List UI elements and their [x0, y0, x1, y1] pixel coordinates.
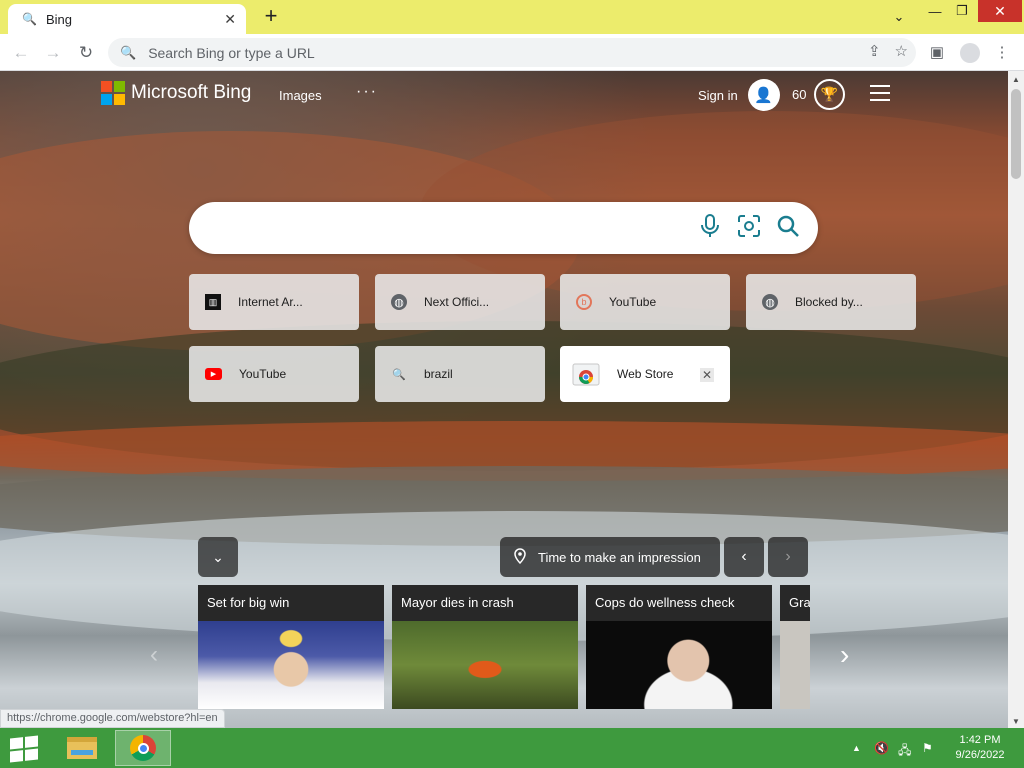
news-thumbnail — [780, 621, 810, 709]
hamburger-menu-icon[interactable] — [870, 85, 890, 101]
browser-toolbar: ← → ↻ 🔍 Search Bing or type a URL ⇪ ☆ ▣ … — [0, 34, 1024, 71]
side-panel-icon[interactable]: ▣ — [925, 41, 949, 65]
volume-muted-icon[interactable]: 🔇 — [874, 741, 889, 755]
minimize-button[interactable]: — — [924, 0, 946, 22]
folder-icon — [67, 737, 97, 759]
sign-in-button[interactable]: Sign in 👤 — [698, 79, 780, 111]
shortcut-tile[interactable]: b YouTube — [560, 274, 730, 330]
nav-images[interactable]: Images — [279, 88, 322, 103]
news-headline: Set for big win — [198, 585, 384, 621]
news-card[interactable]: Set for big win — [198, 585, 384, 709]
shortcut-label: YouTube — [239, 367, 287, 381]
show-hidden-icons-icon[interactable]: ▲ — [852, 743, 861, 753]
shortcut-label: brazil — [424, 367, 453, 381]
previous-image-button[interactable]: ‹ — [724, 537, 764, 577]
chrome-icon — [130, 735, 156, 761]
shortcut-tile[interactable]: ◍ Next Offici... — [375, 274, 545, 330]
restore-button[interactable]: ❐ — [951, 0, 973, 22]
chrome-store-icon — [572, 361, 600, 387]
chrome-taskbar-button[interactable] — [115, 730, 171, 766]
bing-search-favicon-icon: 🔍 — [22, 12, 37, 26]
shortcut-label: Web Store — [617, 367, 674, 381]
globe-icon: ◍ — [762, 294, 778, 310]
bing-search-box[interactable] — [189, 202, 818, 254]
shortcut-label: Next Offici... — [424, 295, 490, 309]
location-pin-icon — [514, 547, 526, 567]
browser-tab[interactable]: 🔍 Bing ✕ — [8, 4, 246, 34]
bookmark-star-icon[interactable]: ☆ — [895, 42, 908, 60]
tab-close-icon[interactable]: ✕ — [224, 11, 236, 28]
clock-date: 9/26/2022 — [955, 749, 1005, 761]
archive-icon: ▥ — [205, 294, 221, 310]
bing-homepage: Microsoft Bing Images ··· Sign in 👤 60 🏆… — [0, 71, 1008, 728]
nav-more-icon[interactable]: ··· — [356, 83, 378, 101]
windows-taskbar: ▲ 🔇 🖧 ⚑ 1:42 PM 9/26/2022 — [0, 728, 1024, 768]
next-image-button[interactable]: › — [768, 537, 808, 577]
news-previous-icon[interactable]: ‹ — [150, 641, 158, 669]
news-thumbnail — [586, 621, 772, 709]
logo-text: Microsoft Bing — [131, 82, 252, 103]
news-thumbnail — [392, 621, 578, 709]
windows-start-icon[interactable] — [10, 735, 38, 763]
news-thumbnail — [198, 621, 384, 709]
visual-search-icon[interactable] — [735, 214, 763, 242]
new-tab-button[interactable]: + — [259, 4, 283, 30]
search-icon: 🔍 — [392, 368, 406, 381]
scroll-down-icon[interactable]: ▼ — [1008, 717, 1024, 726]
tab-title: Bing — [45, 11, 72, 27]
microphone-icon[interactable] — [696, 214, 724, 242]
remove-shortcut-icon[interactable]: ✕ — [700, 368, 714, 382]
youtube-icon: ▶ — [205, 368, 222, 380]
omnibox[interactable]: 🔍 Search Bing or type a URL ⇪ ☆ — [108, 38, 916, 67]
scrollbar-thumb[interactable] — [1011, 89, 1021, 179]
image-caption: Time to make an impression — [538, 549, 701, 565]
collapse-feed-button[interactable]: ⌄ — [198, 537, 238, 577]
shortcut-tile[interactable]: ▥ Internet Ar... — [189, 274, 359, 330]
microsoft-bing-logo[interactable]: Microsoft Bing — [101, 81, 251, 105]
rewards-trophy-icon[interactable]: 🏆 — [814, 79, 845, 110]
shortcut-tile[interactable]: ▶ YouTube — [189, 346, 359, 402]
browser-menu-icon[interactable]: ⋮ — [990, 41, 1014, 65]
shortcut-label: YouTube — [609, 295, 657, 309]
news-headline: Mayor dies in crash — [392, 585, 578, 621]
browser-titlebar: 🔍 Bing ✕ + ⌄ — ❐ ✕ — [0, 0, 1024, 34]
share-icon[interactable]: ⇪ — [868, 42, 881, 60]
window-close-button[interactable]: ✕ — [978, 0, 1022, 22]
news-card[interactable]: Cops do wellness check — [586, 585, 772, 709]
rewards-points[interactable]: 60 — [792, 87, 806, 102]
omnibox-placeholder: Search Bing or type a URL — [148, 44, 315, 61]
reload-button[interactable]: ↻ — [73, 40, 99, 66]
page-scrollbar[interactable]: ▲ ▼ — [1008, 71, 1024, 728]
action-center-flag-icon[interactable]: ⚑ — [922, 741, 933, 755]
microsoft-logo-icon — [101, 81, 125, 105]
news-headline: Cops do wellness check — [586, 585, 772, 621]
file-explorer-taskbar-button[interactable] — [54, 730, 110, 766]
forward-button[interactable]: → — [40, 40, 66, 66]
scroll-up-icon[interactable]: ▲ — [1008, 75, 1024, 84]
omnibox-search-icon: 🔍 — [120, 44, 137, 60]
image-info-button[interactable]: Time to make an impression — [500, 537, 720, 577]
shortcut-label: Blocked by... — [795, 295, 863, 309]
profile-avatar[interactable] — [958, 41, 982, 65]
news-headline: Gra — [780, 585, 810, 621]
bing-icon: b — [576, 294, 592, 310]
shortcut-tile[interactable]: ◍ Blocked by... — [746, 274, 916, 330]
back-button[interactable]: ← — [8, 40, 34, 66]
news-card[interactable]: Mayor dies in crash — [392, 585, 578, 709]
network-icon[interactable]: 🖧 — [898, 741, 911, 762]
news-next-icon[interactable]: › — [840, 639, 849, 671]
globe-icon: ◍ — [391, 294, 407, 310]
user-avatar-icon: 👤 — [747, 79, 780, 111]
shortcut-label: Internet Ar... — [238, 295, 303, 309]
sign-in-label: Sign in — [698, 87, 738, 103]
shortcut-tile[interactable]: 🔍 brazil — [375, 346, 545, 402]
clock-time: 1:42 PM — [959, 734, 1001, 746]
news-card[interactable]: Gra — [780, 585, 810, 709]
system-clock[interactable]: 1:42 PM 9/26/2022 — [950, 733, 1010, 763]
tab-search-chevron-icon[interactable]: ⌄ — [888, 6, 910, 28]
search-submit-icon[interactable] — [774, 214, 802, 242]
status-bar-url: https://chrome.google.com/webstore?hl=en — [0, 709, 225, 728]
shortcut-tile[interactable]: Web Store ✕ — [560, 346, 730, 402]
